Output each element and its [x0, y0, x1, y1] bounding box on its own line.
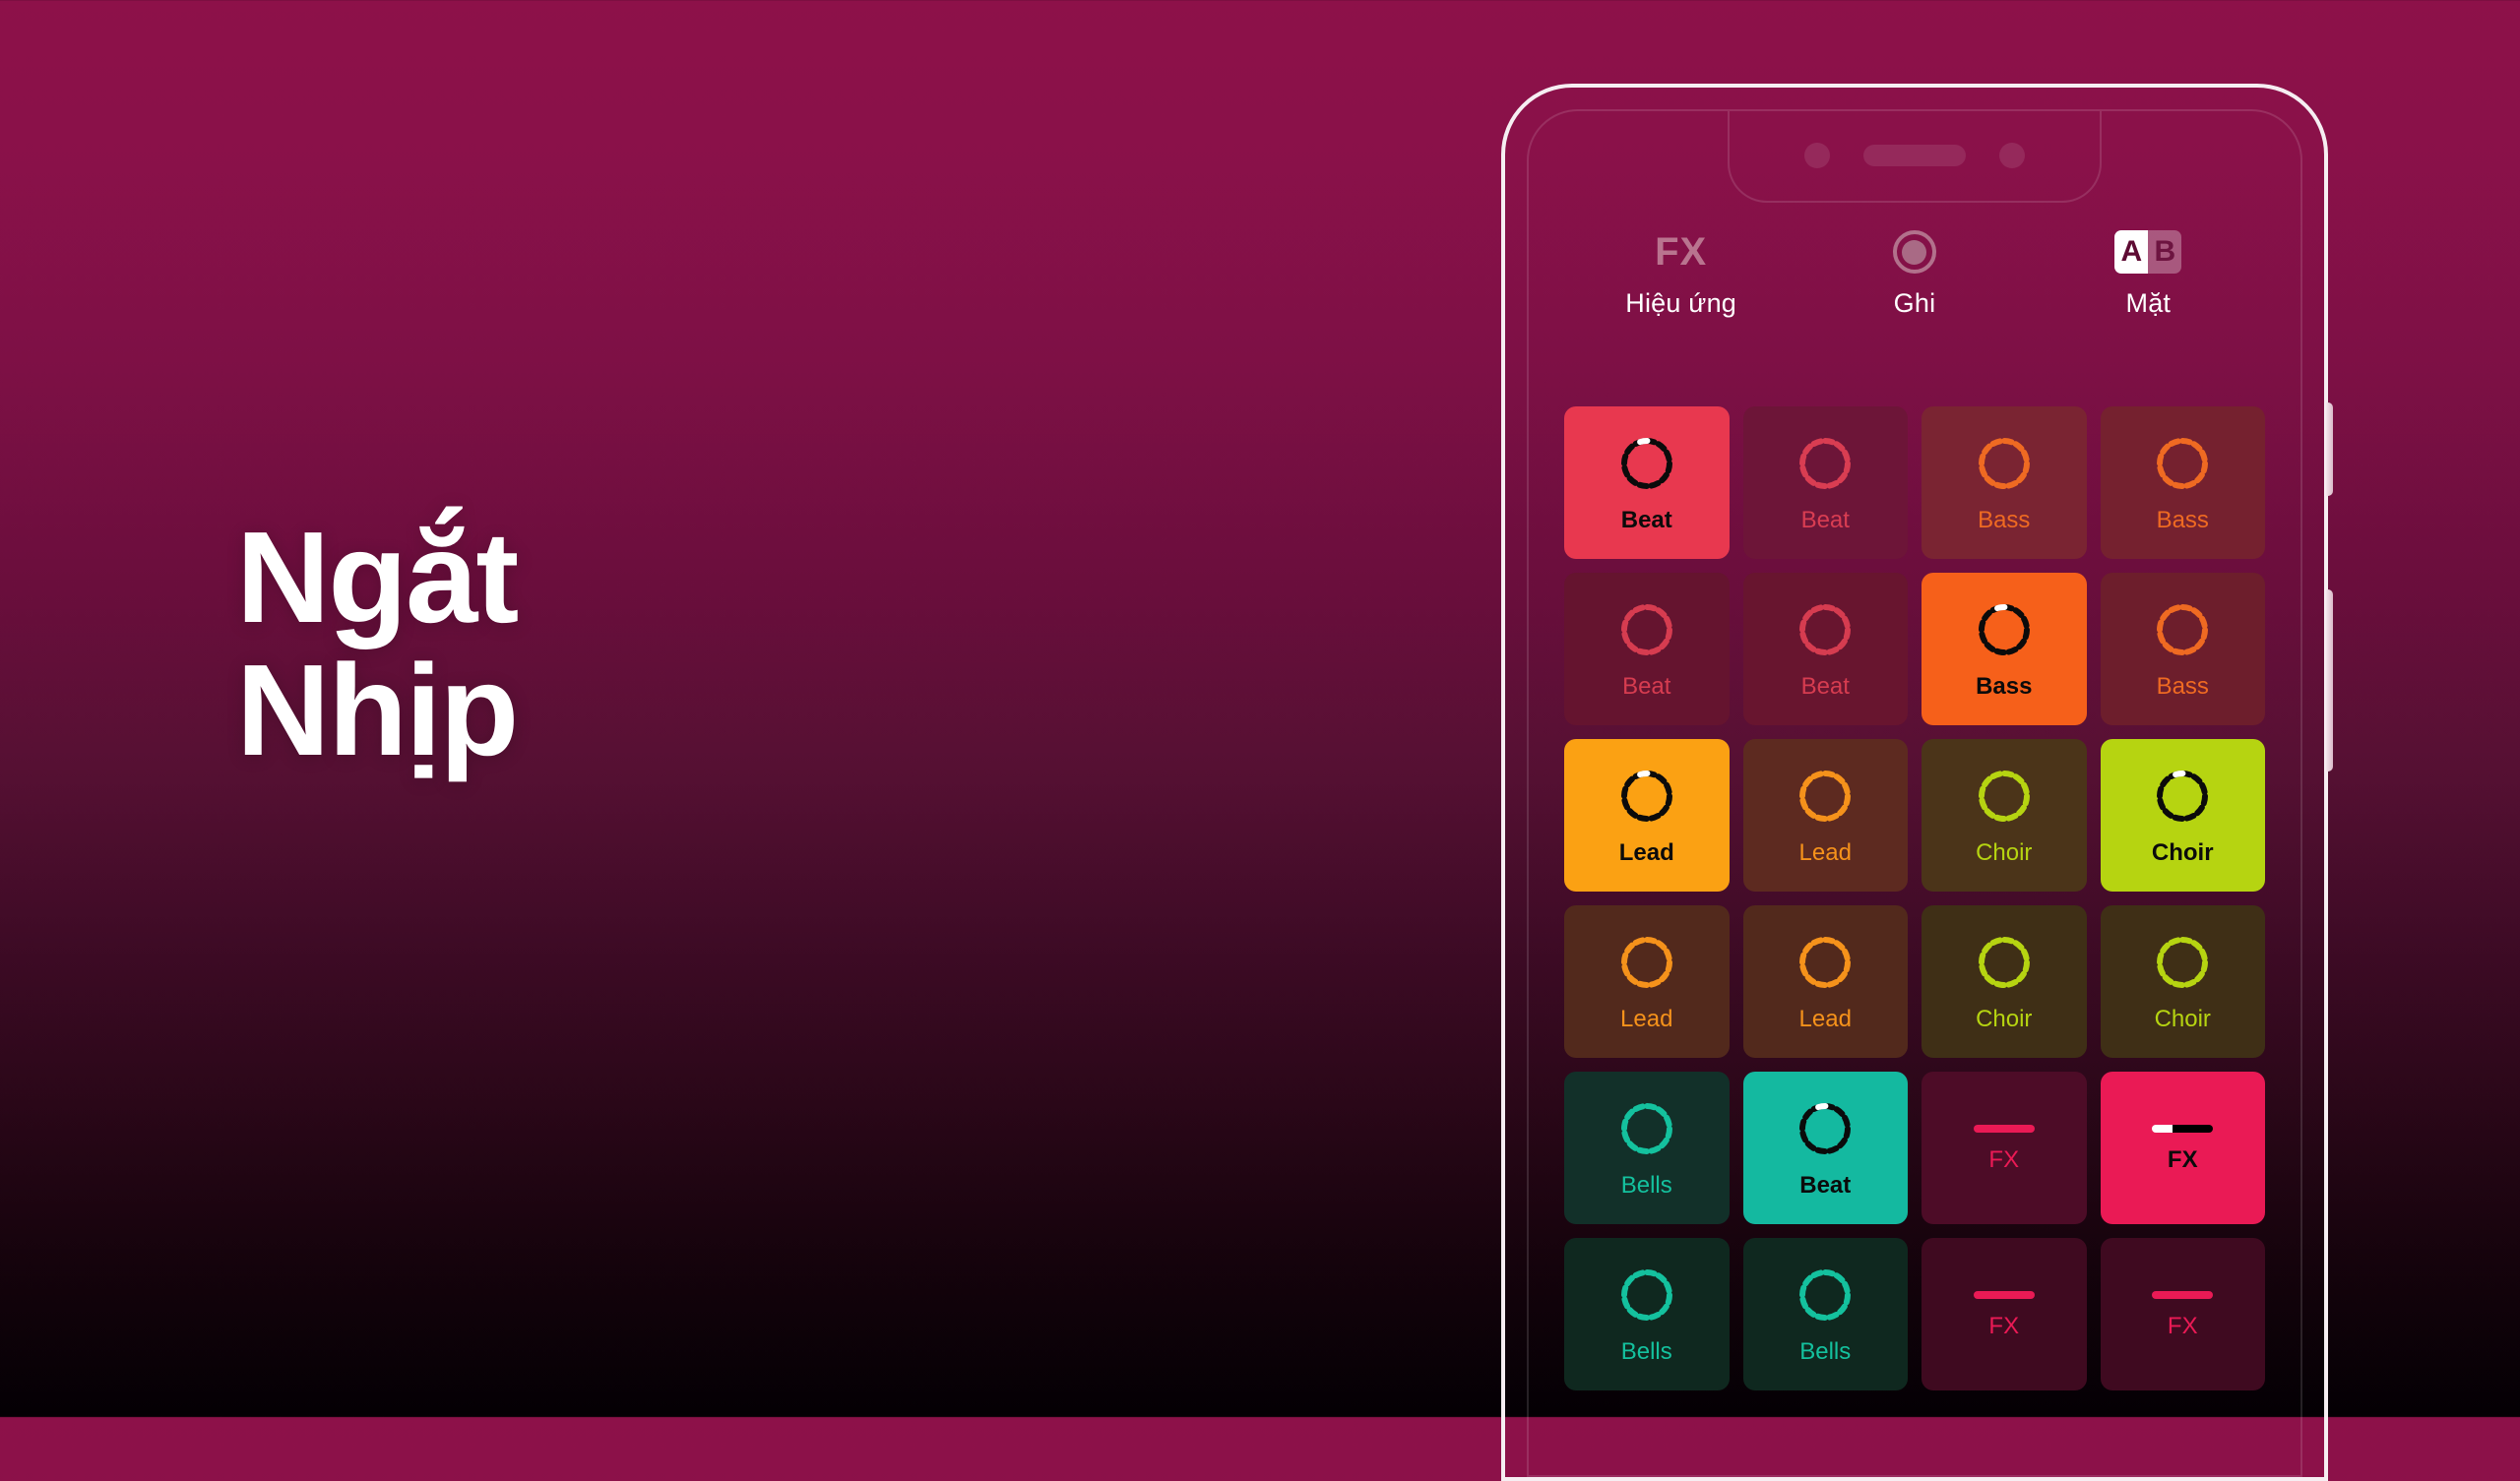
pad-beat-4[interactable]: Beat [1564, 573, 1730, 725]
pad-bass-2[interactable]: Bass [1922, 406, 2087, 559]
pad-beat-0[interactable]: Beat [1564, 406, 1730, 559]
pad-label: Bells [1620, 1337, 1672, 1365]
pad-label: Choir [1976, 838, 2033, 866]
pad-fx-19[interactable]: FX [2100, 1072, 2265, 1224]
pad-beat-1[interactable]: Beat [1742, 406, 1908, 559]
pad-label: Bells [1620, 1171, 1672, 1199]
ab-option-a[interactable]: A [2114, 230, 2149, 274]
phone-mockup: FX Hiệu ứng Ghi A B Mặt Beat Beat Bass B… [1501, 84, 2333, 1481]
dashed-ring-icon [2153, 600, 2212, 659]
pad-bells-16[interactable]: Bells [1564, 1072, 1730, 1224]
pad-lead-13[interactable]: Lead [1742, 905, 1908, 1058]
pad-fx-22[interactable]: FX [1922, 1238, 2087, 1390]
pad-label: FX [2167, 1145, 2198, 1173]
toolbar-item-record[interactable]: Ghi [1816, 229, 2013, 319]
dashed-ring-icon [1796, 434, 1855, 493]
pad-choir-10[interactable]: Choir [1922, 739, 2087, 892]
pad-label: Bells [1799, 1337, 1852, 1365]
dashed-ring-icon [1796, 933, 1855, 992]
slider-bar-icon [1973, 1124, 2035, 1133]
dashed-ring-icon [1617, 767, 1676, 826]
pad-label: Bass [1978, 506, 2031, 533]
pad-label: Bass [2156, 672, 2209, 700]
dashed-ring-icon [1617, 1265, 1676, 1325]
record-icon [1892, 229, 1936, 275]
phone-screen: FX Hiệu ứng Ghi A B Mặt Beat Beat Bass B… [1527, 109, 2302, 1477]
toolbar-label-fx: Hiệu ứng [1625, 288, 1737, 318]
pad-label: Choir [2154, 1005, 2211, 1032]
slider-bar-icon [2152, 1124, 2214, 1133]
dashed-ring-icon [1796, 767, 1855, 826]
fx-icon: FX [1655, 229, 1708, 274]
pad-label: Lead [1620, 1005, 1673, 1032]
page-title-line-1: Ngắt [236, 505, 519, 649]
dashed-ring-icon [1975, 600, 2034, 659]
page-title: Ngắt Nhịp [236, 505, 519, 782]
dashed-ring-icon [1975, 933, 2034, 992]
app-toolbar: FX Hiệu ứng Ghi A B Mặt [1529, 229, 2300, 319]
dashed-ring-icon [1975, 767, 2034, 826]
pad-label: FX [2167, 1312, 2198, 1339]
pad-choir-14[interactable]: Choir [1922, 905, 2087, 1058]
ab-toggle-icon[interactable]: A B [2114, 229, 2182, 275]
dashed-ring-icon [1796, 600, 1855, 659]
volume-button[interactable] [2324, 402, 2333, 496]
pad-choir-11[interactable]: Choir [2100, 739, 2265, 892]
pad-label: Beat [1800, 672, 1850, 700]
pad-bells-21[interactable]: Bells [1742, 1238, 1908, 1390]
camera-dot-icon [1804, 142, 1830, 168]
toolbar-label-ab: Mặt [2125, 288, 2172, 318]
pad-fx-23[interactable]: FX [2100, 1238, 2265, 1390]
dashed-ring-icon [1617, 933, 1676, 992]
dashed-ring-icon [2153, 933, 2212, 992]
pad-lead-12[interactable]: Lead [1564, 905, 1730, 1058]
pad-label: Choir [1976, 1005, 2033, 1032]
pad-label: Lead [1798, 1005, 1852, 1032]
toolbar-item-ab[interactable]: A B Mặt [2049, 229, 2246, 319]
pad-label: FX [1988, 1312, 2020, 1339]
dashed-ring-icon [1796, 1099, 1855, 1158]
pad-label: Beat [1620, 506, 1672, 533]
pad-label: Beat [1799, 1171, 1852, 1199]
dashed-ring-icon [1617, 434, 1676, 493]
dashed-ring-icon [1975, 434, 2034, 493]
pad-label: FX [1988, 1145, 2020, 1173]
pad-grid: Beat Beat Bass Bass Beat Beat Bass Bass Lead Lead… [1529, 406, 2300, 1475]
dashed-ring-icon [2153, 434, 2212, 493]
dashed-ring-icon [1796, 1265, 1855, 1325]
pad-bass-3[interactable]: Bass [2100, 406, 2265, 559]
pad-bells-20[interactable]: Bells [1564, 1238, 1730, 1390]
pad-label: Bass [2156, 506, 2209, 533]
pad-bass-6[interactable]: Bass [1922, 573, 2087, 725]
pad-lead-8[interactable]: Lead [1564, 739, 1730, 892]
slider-bar-icon [1973, 1290, 2035, 1299]
toolbar-item-fx[interactable]: FX Hiệu ứng [1583, 229, 1780, 319]
pad-bass-7[interactable]: Bass [2100, 573, 2265, 725]
toolbar-label-record: Ghi [1893, 288, 1936, 318]
pad-label: Choir [2151, 838, 2214, 866]
phone-notch [1728, 111, 2102, 203]
pad-beat-5[interactable]: Beat [1742, 573, 1908, 725]
pad-label: Lead [1618, 838, 1674, 866]
ab-option-b[interactable]: B [2148, 230, 2182, 274]
slider-bar-icon [2152, 1290, 2214, 1299]
camera-dot-icon [1999, 142, 2025, 168]
speaker-grille-icon [1863, 144, 1966, 166]
dashed-ring-icon [1617, 1099, 1676, 1158]
pad-fx-18[interactable]: FX [1922, 1072, 2087, 1224]
pad-beat-17[interactable]: Beat [1742, 1072, 1908, 1224]
pad-label: Bass [1976, 672, 2033, 700]
pad-label: Lead [1798, 838, 1852, 866]
power-button[interactable] [2324, 589, 2333, 771]
pad-label: Beat [1800, 506, 1850, 533]
pad-choir-15[interactable]: Choir [2100, 905, 2265, 1058]
dashed-ring-icon [2153, 767, 2212, 826]
pad-lead-9[interactable]: Lead [1742, 739, 1908, 892]
pad-label: Beat [1622, 672, 1671, 700]
dashed-ring-icon [1617, 600, 1676, 659]
page-title-line-2: Nhịp [236, 637, 519, 782]
